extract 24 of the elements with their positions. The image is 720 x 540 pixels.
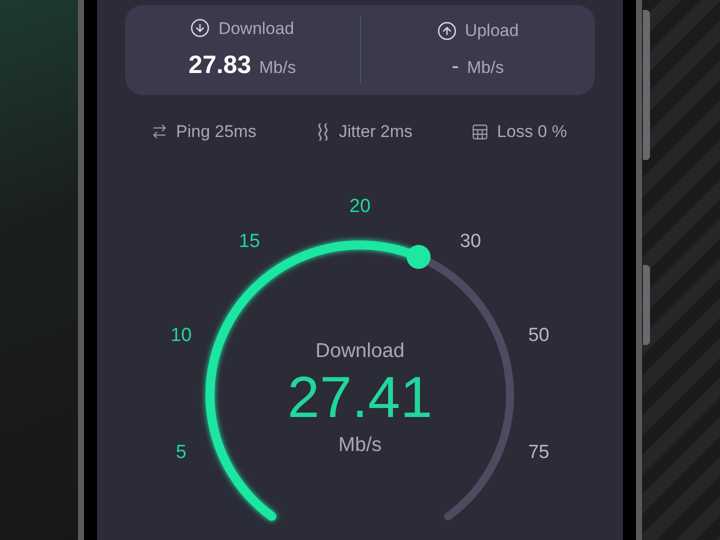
summary-value: 27.83	[188, 50, 252, 81]
gauge-unit: Mb/s	[338, 432, 382, 458]
stat-label: Loss 0 %	[497, 121, 567, 143]
stat-label: Ping 25ms	[176, 121, 256, 143]
tick-label: 10	[170, 324, 192, 348]
unit-label: Mb/s	[259, 57, 296, 79]
upload-icon	[436, 20, 457, 40]
tick-label: 5	[176, 440, 186, 464]
summary-label: Download	[218, 18, 294, 40]
tick-label: 50	[528, 324, 550, 348]
tick-label: 20	[349, 194, 371, 218]
download-icon	[190, 18, 210, 38]
arrows-icon	[151, 123, 168, 140]
stat-label: Jitter 2ms	[338, 121, 413, 143]
unit-label: Mb/s	[466, 57, 504, 80]
tick-label: 75	[528, 440, 550, 464]
gauge-label: Download	[316, 338, 404, 364]
tick-label: 15	[238, 230, 260, 254]
tick-label: 30	[460, 230, 482, 254]
gauge-knob	[406, 244, 431, 268]
summary-value: -	[452, 52, 459, 80]
summary-label: Upload	[464, 20, 519, 42]
gauge-value: 27.41	[287, 366, 433, 430]
table-icon	[471, 122, 490, 141]
